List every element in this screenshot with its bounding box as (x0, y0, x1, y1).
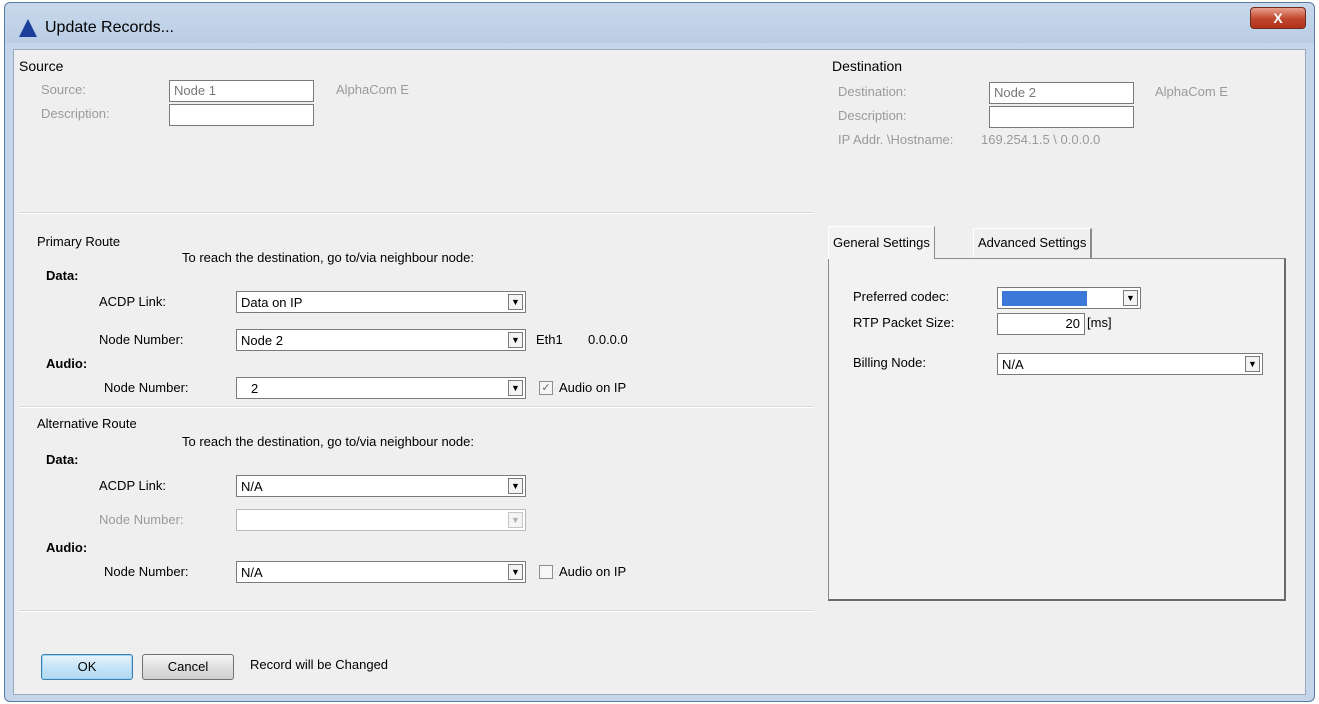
ip-hostname-value: 169.254.1.5 \ 0.0.0.0 (981, 132, 1101, 147)
codec-value: Best Available (1002, 291, 1088, 306)
general-settings-panel: Preferred codec: Best Available ▼ RTP Pa… (828, 258, 1286, 601)
tab-advanced-settings[interactable]: Advanced Settings (973, 228, 1093, 258)
primary-audio-node-label: Node Number: (104, 380, 189, 395)
alternative-acdp-select[interactable]: N/A ▼ (236, 475, 526, 497)
primary-node-label: Node Number: (99, 332, 184, 347)
destination-group-title: Destination (832, 58, 903, 74)
source-field[interactable]: Node 1 (169, 80, 314, 102)
codec-select[interactable]: Best Available ▼ (997, 287, 1141, 309)
eth-ip-value: 0.0.0.0 (588, 332, 628, 347)
rtp-size-field[interactable]: 20 (997, 313, 1085, 335)
alternative-acdp-value: N/A (241, 479, 263, 494)
destination-description-label: Description: (838, 108, 907, 123)
alternative-node-select: ▼ (236, 509, 526, 531)
close-button[interactable]: X (1250, 7, 1306, 29)
dropdown-arrow-icon[interactable]: ▼ (508, 294, 523, 310)
alternative-audio-ip-checkbox[interactable] (539, 565, 553, 579)
dropdown-arrow-icon: ▼ (508, 512, 523, 528)
primary-acdp-value: Data on IP (241, 295, 303, 310)
destination-description-field[interactable] (989, 106, 1134, 128)
destination-label: Destination: (838, 84, 907, 99)
codec-label: Preferred codec: (853, 289, 950, 304)
source-type: AlphaCom E (336, 82, 409, 97)
dropdown-arrow-icon[interactable]: ▼ (1123, 290, 1138, 306)
destination-type: AlphaCom E (1155, 84, 1228, 99)
dropdown-arrow-icon[interactable]: ▼ (508, 564, 523, 580)
primary-node-select[interactable]: Node 2 ▼ (236, 329, 526, 351)
alternative-audio-node-label: Node Number: (104, 564, 189, 579)
alternative-data-label: Data: (46, 452, 79, 467)
alternative-route-title: Alternative Route (37, 416, 137, 431)
title-bar[interactable]: Update Records... X (5, 3, 1314, 47)
primary-audio-node-select[interactable]: 2 ▼ (236, 377, 526, 399)
cancel-button[interactable]: Cancel (142, 654, 234, 680)
primary-route-hint: To reach the destination, go to/via neig… (182, 250, 474, 265)
billing-node-label: Billing Node: (853, 355, 926, 370)
primary-audio-label: Audio: (46, 356, 88, 371)
billing-node-value: N/A (1002, 357, 1024, 372)
primary-acdp-select[interactable]: Data on IP ▼ (236, 291, 526, 313)
alternative-audio-label: Audio: (46, 540, 88, 555)
primary-acdp-label: ACDP Link: (99, 294, 166, 309)
ok-button[interactable]: OK (41, 654, 133, 680)
dialog-window: Update Records... X Source Source: Node … (4, 2, 1315, 702)
checkmark-icon: ✓ (541, 382, 551, 394)
divider (19, 610, 814, 612)
source-description-label: Description: (41, 106, 110, 121)
window-title: Update Records... (45, 19, 174, 36)
primary-audio-node-value: 2 (251, 381, 259, 396)
alternative-node-label: Node Number: (99, 512, 184, 527)
tab-general-settings[interactable]: General Settings (828, 226, 935, 259)
primary-node-value: Node 2 (241, 333, 283, 348)
rtp-size-label: RTP Packet Size: (853, 315, 955, 330)
alternative-audio-ip-label: Audio on IP (559, 564, 627, 579)
primary-audio-ip-checkbox[interactable]: ✓ (539, 381, 553, 395)
rtp-unit-label: [ms] (1087, 315, 1112, 330)
divider (19, 406, 814, 408)
dropdown-arrow-icon[interactable]: ▼ (1245, 356, 1260, 372)
source-group-title: Source (19, 58, 64, 74)
primary-audio-ip-label: Audio on IP (559, 380, 627, 395)
eth-label: Eth1 (536, 332, 563, 347)
alternative-audio-node-select[interactable]: N/A ▼ (236, 561, 526, 583)
primary-data-label: Data: (46, 268, 79, 283)
app-triangle-icon (19, 19, 37, 37)
alternative-acdp-label: ACDP Link: (99, 478, 166, 493)
dropdown-arrow-icon[interactable]: ▼ (508, 478, 523, 494)
billing-node-select[interactable]: N/A ▼ (997, 353, 1263, 375)
dropdown-arrow-icon[interactable]: ▼ (508, 332, 523, 348)
alternative-route-hint: To reach the destination, go to/via neig… (182, 434, 474, 449)
source-description-field[interactable] (169, 104, 314, 126)
divider (19, 212, 814, 214)
alternative-audio-node-value: N/A (241, 565, 263, 580)
destination-field[interactable]: Node 2 (989, 82, 1134, 104)
dropdown-arrow-icon[interactable]: ▼ (508, 380, 523, 396)
ip-hostname-label: IP Addr. \Hostname: (838, 132, 954, 147)
primary-route-title: Primary Route (37, 234, 121, 249)
status-message: Record will be Changed (250, 657, 389, 672)
dialog-client-area: Source Source: Node 1 AlphaCom E Descrip… (13, 49, 1306, 695)
source-label: Source: (41, 82, 86, 97)
